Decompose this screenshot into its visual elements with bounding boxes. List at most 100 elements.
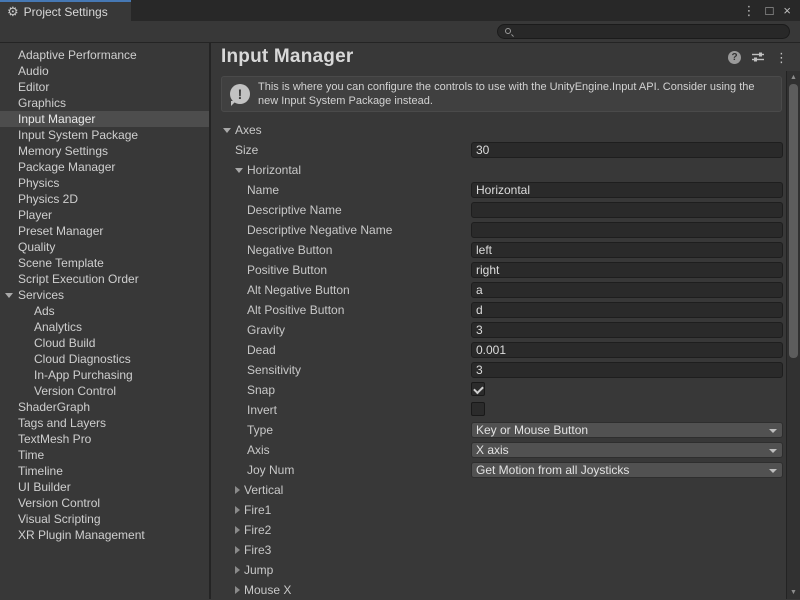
- sidebar-item-physics[interactable]: Physics: [0, 175, 209, 191]
- property-label[interactable]: Fire1: [211, 503, 271, 517]
- close-icon[interactable]: ×: [783, 4, 791, 17]
- maximize-icon[interactable]: □: [766, 4, 774, 17]
- negative-button-field[interactable]: left: [471, 242, 783, 258]
- sidebar-item-adaptive-performance[interactable]: Adaptive Performance: [0, 47, 209, 63]
- sidebar-item-time[interactable]: Time: [0, 447, 209, 463]
- positive-button-field[interactable]: right: [471, 262, 783, 278]
- alt-negative-button-field[interactable]: a: [471, 282, 783, 298]
- property-label-text: Dead: [247, 343, 276, 357]
- sensitivity-field[interactable]: 3: [471, 362, 783, 378]
- foldout-closed-icon[interactable]: [235, 526, 240, 534]
- name-field[interactable]: Horizontal: [471, 182, 783, 198]
- sidebar-item-version-control[interactable]: Version Control: [0, 383, 209, 399]
- sidebar-item-label: Physics: [18, 176, 59, 190]
- sidebar-item-timeline[interactable]: Timeline: [0, 463, 209, 479]
- input-manager-panel: Input Manager ? ⋮ ! This is where you ca…: [211, 43, 800, 599]
- sidebar-item-quality[interactable]: Quality: [0, 239, 209, 255]
- foldout-closed-icon[interactable]: [235, 486, 240, 494]
- vertical-scrollbar[interactable]: ▲ ▼: [786, 71, 800, 599]
- sidebar-item-input-manager[interactable]: Input Manager: [0, 111, 209, 127]
- sidebar-item-preset-manager[interactable]: Preset Manager: [0, 223, 209, 239]
- foldout-closed-icon[interactable]: [235, 566, 240, 574]
- panel-header: Input Manager ? ⋮: [211, 43, 800, 71]
- search-box[interactable]: [497, 24, 790, 39]
- search-input[interactable]: [516, 25, 781, 38]
- scroll-up-icon[interactable]: ▲: [787, 74, 800, 81]
- axis-dropdown[interactable]: X axis: [471, 442, 783, 458]
- property-label[interactable]: Fire2: [211, 523, 271, 537]
- foldout-open-icon[interactable]: [223, 128, 231, 133]
- property-row-type: TypeKey or Mouse Button: [211, 420, 786, 440]
- sidebar-item-script-execution-order[interactable]: Script Execution Order: [0, 271, 209, 287]
- property-label[interactable]: Horizontal: [211, 163, 301, 177]
- property-label[interactable]: Jump: [211, 563, 273, 577]
- property-value-area: [471, 402, 783, 418]
- sidebar-item-physics-2d[interactable]: Physics 2D: [0, 191, 209, 207]
- sidebar-item-cloud-build[interactable]: Cloud Build: [0, 335, 209, 351]
- sidebar-item-label: Physics 2D: [18, 192, 78, 206]
- foldout-open-icon[interactable]: [5, 293, 13, 298]
- sidebar-item-analytics[interactable]: Analytics: [0, 319, 209, 335]
- property-label: Size: [211, 143, 258, 157]
- size-field[interactable]: 30: [471, 142, 783, 158]
- foldout-open-icon[interactable]: [235, 168, 243, 173]
- sidebar-item-xr-plugin-management[interactable]: XR Plugin Management: [0, 527, 209, 543]
- scroll-down-icon[interactable]: ▼: [787, 589, 800, 596]
- sidebar-item-tags-and-layers[interactable]: Tags and Layers: [0, 415, 209, 431]
- gravity-field[interactable]: 3: [471, 322, 783, 338]
- invert-checkbox[interactable]: [471, 402, 485, 416]
- type-dropdown[interactable]: Key or Mouse Button: [471, 422, 783, 438]
- sidebar-item-services[interactable]: Services: [0, 287, 209, 303]
- sidebar-item-visual-scripting[interactable]: Visual Scripting: [0, 511, 209, 527]
- sidebar-item-scene-template[interactable]: Scene Template: [0, 255, 209, 271]
- property-label[interactable]: Mouse X: [211, 583, 291, 597]
- properties-scroll-area: ! This is where you can configure the co…: [211, 71, 786, 599]
- foldout-closed-icon[interactable]: [235, 586, 240, 594]
- window-controls: ⋮ □ ×: [743, 0, 800, 21]
- panel-menu-icon[interactable]: ⋮: [775, 51, 788, 64]
- property-value-area: 3: [471, 322, 783, 338]
- snap-checkbox[interactable]: [471, 382, 485, 396]
- sidebar-item-shadergraph[interactable]: ShaderGraph: [0, 399, 209, 415]
- property-row-snap: Snap: [211, 380, 786, 400]
- alt-positive-button-field[interactable]: d: [471, 302, 783, 318]
- foldout-closed-icon[interactable]: [235, 546, 240, 554]
- sidebar-item-label: Tags and Layers: [18, 416, 106, 430]
- info-icon: !: [230, 84, 250, 104]
- scrollbar-thumb[interactable]: [789, 84, 798, 358]
- property-row-descriptive-name: Descriptive Name: [211, 200, 786, 220]
- property-label: Invert: [211, 403, 277, 417]
- sidebar-item-label: UI Builder: [18, 480, 71, 494]
- dead-field[interactable]: 0.001: [471, 342, 783, 358]
- tab-title: Project Settings: [24, 5, 108, 19]
- sidebar-item-ui-builder[interactable]: UI Builder: [0, 479, 209, 495]
- preset-icon[interactable]: [751, 50, 765, 64]
- sidebar-item-label: Time: [18, 448, 44, 462]
- sidebar-item-in-app-purchasing[interactable]: In-App Purchasing: [0, 367, 209, 383]
- property-row-jump: Jump: [211, 560, 786, 580]
- sidebar-item-player[interactable]: Player: [0, 207, 209, 223]
- property-label[interactable]: Axes: [211, 123, 262, 137]
- sidebar-item-graphics[interactable]: Graphics: [0, 95, 209, 111]
- sidebar-item-version-control[interactable]: Version Control: [0, 495, 209, 511]
- sidebar-item-ads[interactable]: Ads: [0, 303, 209, 319]
- sidebar-item-editor[interactable]: Editor: [0, 79, 209, 95]
- descriptive-negative-name-field[interactable]: [471, 222, 783, 238]
- sidebar-item-cloud-diagnostics[interactable]: Cloud Diagnostics: [0, 351, 209, 367]
- window-menu-icon[interactable]: ⋮: [743, 4, 756, 17]
- tab-project-settings[interactable]: ⚙ Project Settings: [0, 0, 131, 21]
- help-text: This is where you can configure the cont…: [258, 80, 773, 108]
- foldout-closed-icon[interactable]: [235, 506, 240, 514]
- property-label[interactable]: Fire3: [211, 543, 271, 557]
- sidebar-item-input-system-package[interactable]: Input System Package: [0, 127, 209, 143]
- help-icon[interactable]: ?: [728, 51, 741, 64]
- joy-num-dropdown[interactable]: Get Motion from all Joysticks: [471, 462, 783, 478]
- sidebar-item-package-manager[interactable]: Package Manager: [0, 159, 209, 175]
- sidebar-item-audio[interactable]: Audio: [0, 63, 209, 79]
- sidebar-item-memory-settings[interactable]: Memory Settings: [0, 143, 209, 159]
- sidebar-item-textmesh-pro[interactable]: TextMesh Pro: [0, 431, 209, 447]
- sidebar-item-label: Input System Package: [18, 128, 138, 142]
- property-row-fire2: Fire2: [211, 520, 786, 540]
- descriptive-name-field[interactable]: [471, 202, 783, 218]
- property-label[interactable]: Vertical: [211, 483, 283, 497]
